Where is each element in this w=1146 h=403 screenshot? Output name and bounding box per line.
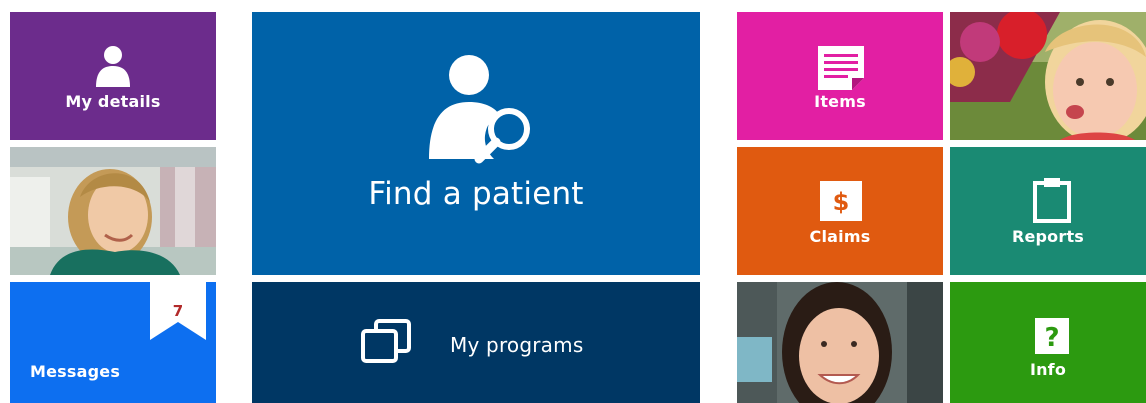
messages-tile[interactable]: 7 Messages	[10, 282, 216, 403]
nurse-photo-image	[10, 147, 216, 275]
info-label: Info	[1029, 360, 1067, 379]
woman-photo-image	[737, 282, 943, 403]
my-programs-tile[interactable]: My programs	[252, 282, 700, 403]
clipboard-icon	[1033, 178, 1071, 223]
my-programs-label: My programs	[450, 333, 584, 357]
svg-text:?: ?	[1044, 323, 1059, 353]
find-a-patient-label: Find a patient	[368, 176, 584, 212]
claims-label: Claims	[809, 227, 871, 246]
child-photo-image	[950, 12, 1146, 140]
info-tile[interactable]: ? Info	[950, 282, 1146, 403]
items-tile[interactable]: Items	[737, 12, 943, 140]
svg-text:$: $	[833, 188, 850, 216]
dollar-icon: $	[820, 181, 862, 221]
find-a-patient-tile[interactable]: Find a patient	[252, 12, 700, 275]
nurse-photo	[10, 147, 216, 275]
messages-count-badge: 7	[172, 302, 184, 320]
claims-tile[interactable]: $ Claims	[737, 147, 943, 275]
woman-photo	[737, 282, 943, 403]
reports-label: Reports	[1011, 227, 1085, 246]
document-icon	[818, 46, 864, 90]
child-photo	[950, 12, 1146, 140]
question-icon: ?	[1035, 318, 1069, 354]
my-details-tile[interactable]: My details	[10, 12, 216, 140]
items-label: Items	[814, 92, 866, 111]
reports-tile[interactable]: Reports	[950, 147, 1146, 275]
copy-windows-icon	[361, 319, 411, 363]
my-details-label: My details	[65, 92, 161, 111]
messages-label: Messages	[30, 362, 121, 381]
person-icon	[96, 46, 130, 87]
person-search-icon	[429, 55, 530, 164]
